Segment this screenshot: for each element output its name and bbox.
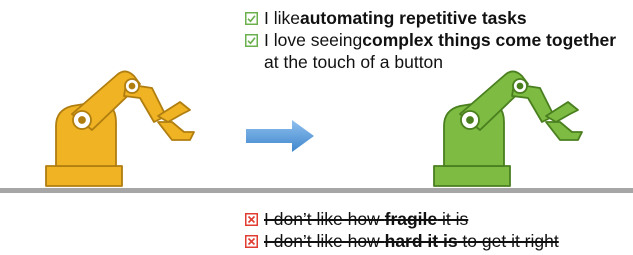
pro-2-text-bold: complex things come together [362, 30, 617, 50]
red-x-box-icon [245, 212, 258, 226]
green-checkbox-icon [245, 33, 258, 47]
pro-2-text-a: I love seeing [264, 30, 363, 50]
con-1-text-c: it is [437, 209, 469, 229]
con-2-text-a: I don’t like how [264, 231, 385, 251]
cons-list: I don’t like how fragile it is I don’t l… [245, 208, 559, 252]
con-item-1: I don’t like how fragile it is [245, 208, 559, 230]
con-2-text-bold: hard it is [384, 231, 458, 251]
right-arrow-icon [246, 120, 314, 152]
pro-1-text-bold: automating repetitive tasks [299, 8, 527, 28]
con-1-text-a: I don’t like how [264, 209, 385, 229]
pro-1-text-a: I like [264, 8, 300, 28]
con-1-text: I don’t like how fragile it is [264, 208, 468, 230]
ground-line [0, 188, 633, 193]
con-2-text-c: to get it right [457, 231, 559, 251]
pro-item-1: I like automating repetitive tasks [245, 7, 616, 29]
con-2-text: I don’t like how hard it is to get it ri… [264, 230, 559, 252]
robot-arm-icon-green [433, 70, 583, 187]
con-item-2: I don’t like how hard it is to get it ri… [245, 230, 559, 252]
con-1-text-bold: fragile [384, 209, 438, 229]
green-checkbox-icon [245, 11, 258, 25]
robot-arm-icon-yellow [45, 70, 195, 187]
red-x-box-icon [245, 234, 258, 248]
pro-item-2: I love seeing complex things come togeth… [245, 29, 616, 51]
